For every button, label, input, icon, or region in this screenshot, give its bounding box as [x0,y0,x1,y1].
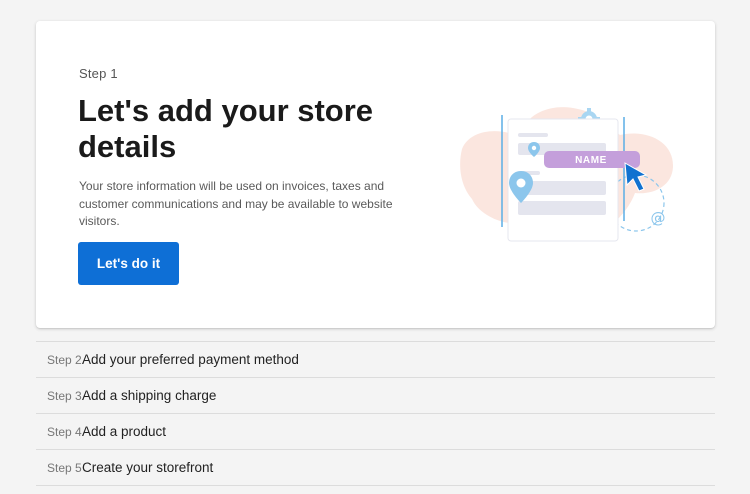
upcoming-steps-list: Step 2 Add your preferred payment method… [36,341,715,486]
step-label: Step 1 [79,66,118,81]
step-description: Your store information will be used on i… [79,179,393,228]
step-title: Add a product [82,424,167,439]
step-number: Step 5 [47,460,82,475]
step-row-shipping[interactable]: Step 3 Add a shipping charge [36,378,715,414]
at-sign-icon: @ [651,209,666,227]
step-title: Add a shipping charge [82,388,217,403]
step-row-storefront[interactable]: Step 5 Create your storefront [36,450,715,486]
lets-do-it-button[interactable]: Let's do it [78,242,179,285]
step-title: Create your storefront [82,460,214,475]
step-number: Step 3 [47,388,82,403]
store-details-illustration: NAME @ [460,107,674,242]
step-title: Add your preferred payment method [82,352,299,367]
current-step-card: Step 1 Let's add your store details Your… [36,21,715,328]
step-number: Step 2 [47,352,82,367]
step-row-product[interactable]: Step 4 Add a product [36,414,715,450]
step-number: Step 4 [47,424,82,439]
illustration-name-text: NAME [575,155,607,166]
step-row-payment[interactable]: Step 2 Add your preferred payment method [36,342,715,378]
page-title: Let's add your store details [78,93,374,164]
